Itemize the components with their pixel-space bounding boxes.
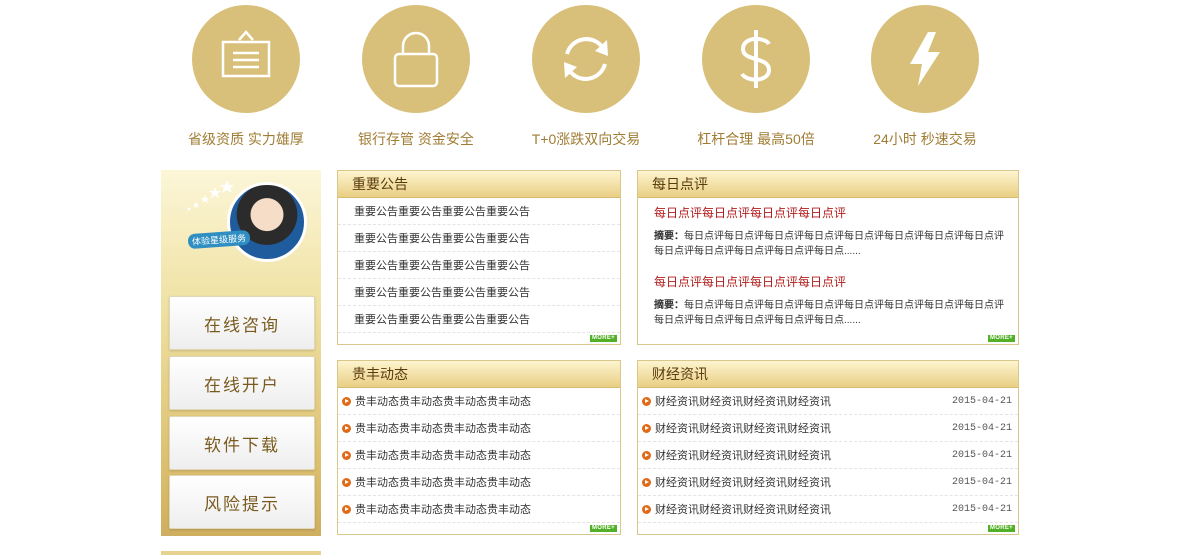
- list-item[interactable]: 重要公告重要公告重要公告重要公告: [338, 225, 620, 252]
- list-item[interactable]: 贵丰动态贵丰动态贵丰动态贵丰动态: [338, 415, 620, 442]
- feature-label: 省级资质 实力雄厚: [188, 131, 304, 147]
- review-headline[interactable]: 每日点评每日点评每日点评每日点评: [654, 273, 1010, 290]
- item-text[interactable]: 财经资讯财经资讯财经资讯财经资讯: [655, 393, 831, 409]
- item-date: 2015-04-21: [951, 476, 1012, 488]
- panel-title: 每日点评: [638, 171, 1018, 198]
- item-date: 2015-04-21: [951, 395, 1012, 407]
- summary-text: 每日点评每日点评每日点评每日点评每日点评每日点评每日点评每日点评每日点评每日点评…: [654, 300, 1004, 326]
- arrow-bullet-icon: [642, 396, 651, 406]
- panel-title: 财经资讯: [638, 361, 1018, 388]
- lock-icon: [362, 5, 470, 113]
- software-download-button[interactable]: 软件下载: [169, 416, 315, 470]
- refresh-icon: [532, 5, 640, 113]
- list-item[interactable]: 重要公告重要公告重要公告重要公告: [338, 306, 620, 333]
- risk-notice-button[interactable]: 风险提示: [169, 475, 315, 529]
- feature-qualification: 省级资质 实力雄厚: [176, 0, 316, 149]
- dynamics-list: 贵丰动态贵丰动态贵丰动态贵丰动态 贵丰动态贵丰动态贵丰动态贵丰动态 贵丰动态贵丰…: [338, 388, 620, 523]
- arrow-bullet-icon: [342, 450, 351, 460]
- item-text[interactable]: 财经资讯财经资讯财经资讯财经资讯: [655, 474, 831, 490]
- feature-label: T+0涨跌双向交易: [531, 131, 641, 147]
- more-button[interactable]: MORE+: [987, 335, 1015, 342]
- item-text[interactable]: 重要公告重要公告重要公告重要公告: [354, 203, 530, 219]
- arrow-bullet-icon: [642, 504, 651, 514]
- online-account-button[interactable]: 在线开户: [169, 356, 315, 410]
- list-item[interactable]: 贵丰动态贵丰动态贵丰动态贵丰动态: [338, 469, 620, 496]
- feature-bank-custody: 银行存管 资金安全: [346, 0, 486, 149]
- summary-text: 每日点评每日点评每日点评每日点评每日点评每日点评每日点评每日点评每日点评每日点评…: [654, 231, 1004, 257]
- arrow-bullet-icon: [342, 423, 351, 433]
- summary-label: 摘要：: [654, 300, 684, 311]
- panel-title: 重要公告: [338, 171, 620, 198]
- item-text[interactable]: 贵丰动态贵丰动态贵丰动态贵丰动态: [355, 447, 531, 463]
- dynamics-panel: 贵丰动态 贵丰动态贵丰动态贵丰动态贵丰动态 贵丰动态贵丰动态贵丰动态贵丰动态 贵…: [337, 360, 621, 535]
- item-text[interactable]: 重要公告重要公告重要公告重要公告: [354, 257, 530, 273]
- review-summary: 摘要：每日点评每日点评每日点评每日点评每日点评每日点评每日点评每日点评每日点评每…: [654, 229, 1010, 259]
- item-text[interactable]: 贵丰动态贵丰动态贵丰动态贵丰动态: [355, 501, 531, 517]
- list-item[interactable]: 财经资讯财经资讯财经资讯财经资讯 2015-04-21: [638, 415, 1018, 442]
- avatar: [227, 182, 307, 262]
- arrow-bullet-icon: [642, 423, 651, 433]
- finance-news-panel: 财经资讯 财经资讯财经资讯财经资讯财经资讯 2015-04-21 财经资讯财经资讯…: [637, 360, 1019, 535]
- feature-t0-trading: T+0涨跌双向交易: [516, 0, 656, 149]
- list-item[interactable]: 财经资讯财经资讯财经资讯财经资讯 2015-04-21: [638, 496, 1018, 523]
- feature-leverage: 杠杆合理 最高50倍: [686, 0, 826, 149]
- list-item[interactable]: 财经资讯财经资讯财经资讯财经资讯 2015-04-21: [638, 388, 1018, 415]
- feature-24h-trading: 24小时 秒速交易: [855, 0, 995, 149]
- item-text[interactable]: 贵丰动态贵丰动态贵丰动态贵丰动态: [355, 393, 531, 409]
- arrow-bullet-icon: [642, 477, 651, 487]
- feature-label: 24小时 秒速交易: [873, 131, 977, 147]
- item-text[interactable]: 财经资讯财经资讯财经资讯财经资讯: [655, 447, 831, 463]
- more-button[interactable]: MORE+: [987, 525, 1015, 532]
- lightning-icon: [871, 5, 979, 113]
- list-item[interactable]: 贵丰动态贵丰动态贵丰动态贵丰动态: [338, 442, 620, 469]
- list-item[interactable]: 财经资讯财经资讯财经资讯财经资讯 2015-04-21: [638, 469, 1018, 496]
- more-button[interactable]: MORE+: [589, 335, 617, 342]
- daily-review-panel: 每日点评 每日点评每日点评每日点评每日点评 摘要：每日点评每日点评每日点评每日点…: [637, 170, 1019, 345]
- item-text[interactable]: 贵丰动态贵丰动态贵丰动态贵丰动态: [355, 474, 531, 490]
- list-item[interactable]: 重要公告重要公告重要公告重要公告: [338, 198, 620, 225]
- panel-title: 贵丰动态: [338, 361, 620, 388]
- item-date: 2015-04-21: [951, 503, 1012, 515]
- announcements-panel: 重要公告 重要公告重要公告重要公告重要公告 重要公告重要公告重要公告重要公告 重…: [337, 170, 621, 345]
- review-summary: 摘要：每日点评每日点评每日点评每日点评每日点评每日点评每日点评每日点评每日点评每…: [654, 298, 1010, 328]
- announcements-list: 重要公告重要公告重要公告重要公告 重要公告重要公告重要公告重要公告 重要公告重要…: [338, 198, 620, 333]
- review-entry: 每日点评每日点评每日点评每日点评 摘要：每日点评每日点评每日点评每日点评每日点评…: [638, 259, 1018, 328]
- sidebar: 体验星级服务 在线咨询 在线开户 软件下载 风险提示: [161, 170, 321, 536]
- sidebar-footer-bar: [161, 551, 321, 555]
- online-consult-button[interactable]: 在线咨询: [169, 296, 315, 350]
- item-text[interactable]: 重要公告重要公告重要公告重要公告: [354, 311, 530, 327]
- list-item[interactable]: 贵丰动态贵丰动态贵丰动态贵丰动态: [338, 388, 620, 415]
- item-text[interactable]: 重要公告重要公告重要公告重要公告: [354, 230, 530, 246]
- arrow-bullet-icon: [342, 396, 351, 406]
- feature-label: 杠杆合理 最高50倍: [697, 131, 815, 147]
- notice-board-icon: [192, 5, 300, 113]
- feature-label: 银行存管 资金安全: [358, 131, 474, 147]
- dollar-icon: [702, 5, 810, 113]
- finance-news-list: 财经资讯财经资讯财经资讯财经资讯 2015-04-21 财经资讯财经资讯财经资讯财…: [638, 388, 1018, 523]
- item-text[interactable]: 财经资讯财经资讯财经资讯财经资讯: [655, 420, 831, 436]
- list-item[interactable]: 重要公告重要公告重要公告重要公告: [338, 252, 620, 279]
- arrow-bullet-icon: [642, 450, 651, 460]
- more-button[interactable]: MORE+: [589, 525, 617, 532]
- item-text[interactable]: 重要公告重要公告重要公告重要公告: [354, 284, 530, 300]
- arrow-bullet-icon: [342, 504, 351, 514]
- item-text[interactable]: 贵丰动态贵丰动态贵丰动态贵丰动态: [355, 420, 531, 436]
- arrow-bullet-icon: [342, 477, 351, 487]
- item-date: 2015-04-21: [951, 449, 1012, 461]
- summary-label: 摘要：: [654, 231, 684, 242]
- list-item[interactable]: 财经资讯财经资讯财经资讯财经资讯 2015-04-21: [638, 442, 1018, 469]
- item-date: 2015-04-21: [951, 422, 1012, 434]
- review-entry: 每日点评每日点评每日点评每日点评 摘要：每日点评每日点评每日点评每日点评每日点评…: [638, 198, 1018, 259]
- item-text[interactable]: 财经资讯财经资讯财经资讯财经资讯: [655, 501, 831, 517]
- review-headline[interactable]: 每日点评每日点评每日点评每日点评: [654, 204, 1010, 221]
- list-item[interactable]: 贵丰动态贵丰动态贵丰动态贵丰动态: [338, 496, 620, 523]
- list-item[interactable]: 重要公告重要公告重要公告重要公告: [338, 279, 620, 306]
